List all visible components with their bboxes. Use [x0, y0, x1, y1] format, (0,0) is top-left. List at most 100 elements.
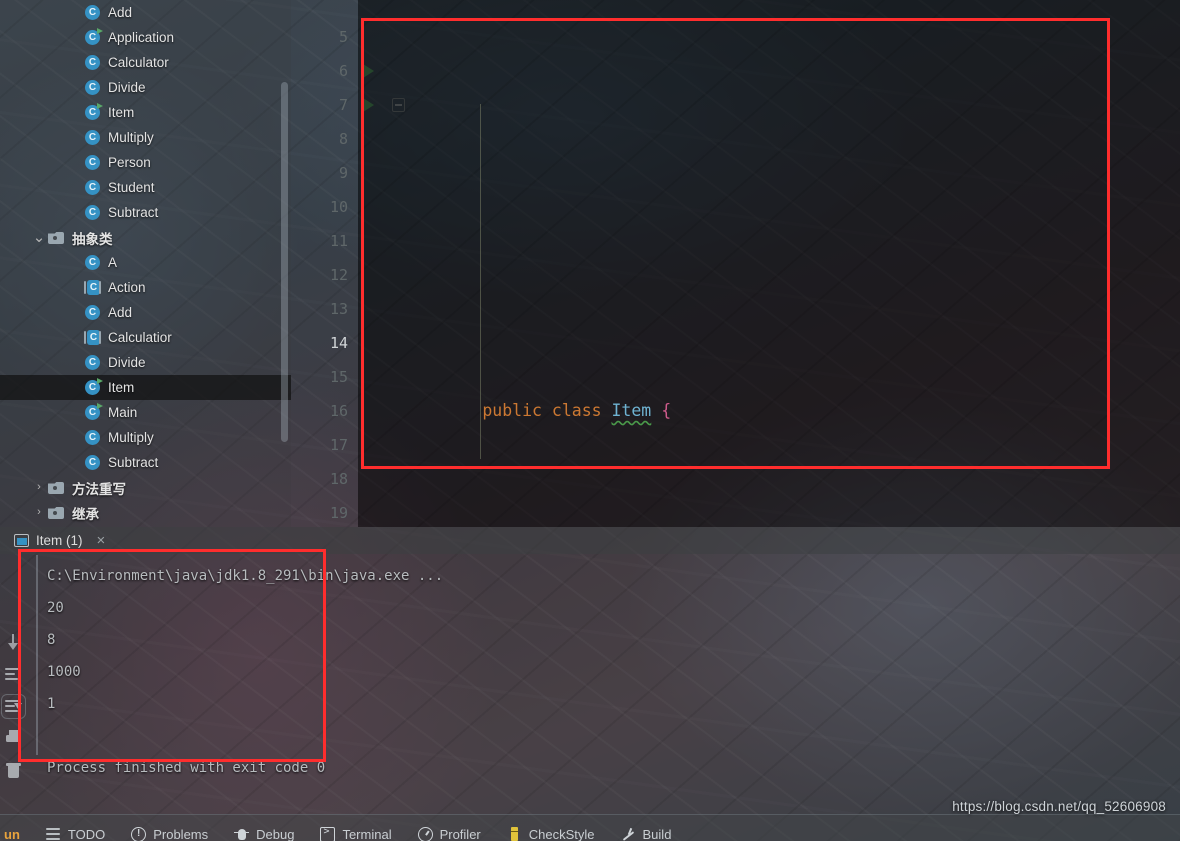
status-item-debug[interactable]: Debug [234, 821, 294, 841]
interface-icon [84, 329, 102, 346]
code-line-4[interactable]: import java.util.Scanner; [383, 102, 1180, 122]
tree-item-calculator[interactable]: Calculator [0, 50, 291, 75]
project-tree-panel[interactable]: Add Application Calculator Divide Item Multip… [0, 0, 291, 527]
print-icon[interactable] [5, 730, 22, 747]
status-item-profiler[interactable]: Profiler [417, 821, 481, 841]
class-icon [84, 254, 101, 271]
status-item-todo[interactable]: TODO [45, 821, 105, 841]
tree-item-subtract[interactable]: Subtract [0, 200, 291, 225]
status-item-checkstyle[interactable]: CheckStyle [507, 821, 595, 841]
gutter-row[interactable]: 6 [291, 54, 374, 88]
status-item-problems[interactable]: Problems [131, 821, 208, 841]
tree-item-a[interactable]: A [0, 250, 291, 275]
close-icon[interactable]: × [97, 533, 106, 548]
code-line-5-blank[interactable] [383, 224, 1180, 258]
line-number: 13 [329, 300, 348, 318]
gutter-row[interactable]: 15 [291, 360, 358, 394]
todo-icon [45, 827, 61, 841]
run-badge-icon [97, 103, 103, 109]
tree-item-label: Application [108, 30, 175, 45]
soft-wrap-icon[interactable] [5, 666, 22, 683]
gutter-row[interactable]: 12 [291, 258, 358, 292]
tree-item-add[interactable]: Add [0, 0, 291, 25]
status-item-build[interactable]: Build [621, 821, 672, 841]
line-number: 11 [329, 232, 348, 250]
tree-item-multiply[interactable]: Multiply [0, 425, 291, 450]
tree-item-person[interactable]: Person [0, 150, 291, 175]
tree-item-calculatior[interactable]: Calculatior [0, 325, 291, 350]
status-item-label: Debug [256, 826, 295, 841]
tree-item-application[interactable]: Application [0, 25, 291, 50]
gutter-row[interactable]: 11 [291, 224, 358, 258]
token-class: class [551, 401, 602, 420]
chevron-right-icon[interactable]: › [30, 482, 48, 493]
gutter-row[interactable]: 10 [291, 190, 358, 224]
scroll-down-icon[interactable] [5, 634, 22, 651]
tree-item-divide[interactable]: Divide [0, 350, 291, 375]
tree-item-label: Multiply [108, 130, 154, 145]
status-item-run[interactable]: un [4, 827, 20, 841]
status-bar-items[interactable]: TODO Problems Debug Terminal Profiler CheckSt… [45, 821, 672, 841]
code-text-surface[interactable]: import java.util.Scanner; public class I… [358, 0, 1180, 527]
code-line-7-main-signature[interactable]: public static void main(String[] args) { [383, 496, 1180, 527]
gutter-row[interactable]: 16 [291, 394, 358, 428]
status-item-terminal[interactable]: Terminal [320, 821, 392, 841]
tree-item-multiply[interactable]: Multiply [0, 125, 291, 150]
scroll-to-end-icon[interactable] [1, 694, 26, 719]
clear-all-icon[interactable] [5, 762, 22, 779]
status-item-label: Build [642, 826, 672, 841]
tree-item-label: Add [108, 5, 133, 20]
line-number: 16 [329, 402, 348, 420]
code-editor-area[interactable]: 5 6 7 8 9 10 11 12 13 14 15 16 17 18 19 import java.ut… [291, 0, 1180, 527]
tree-item-subtract[interactable]: Subtract [0, 450, 291, 475]
tree-item-方法重写[interactable]: › 方法重写 [0, 475, 291, 500]
checkstyle-icon [507, 826, 522, 841]
class-icon [84, 403, 103, 421]
console-output-text[interactable]: C:\Environment\java\jdk1.8_291\bin\java.… [27, 554, 1180, 814]
tree-item-divide[interactable]: Divide [0, 75, 291, 100]
code-line-6-class-decl[interactable]: public class Item { [383, 360, 1180, 420]
tree-item-main[interactable]: Main [0, 400, 291, 425]
gutter-row[interactable]: 19 [291, 496, 358, 527]
gutter-row[interactable]: 17 [291, 428, 358, 462]
gutter-row[interactable]: 8 [291, 122, 358, 156]
run-tab-item[interactable]: Item (1) × [14, 533, 105, 548]
tree-item-action[interactable]: Action [0, 275, 291, 300]
line-number: 7 [338, 96, 348, 114]
gutter-row[interactable] [291, 0, 358, 20]
status-item-label: Terminal [342, 826, 392, 841]
line-number: 15 [329, 368, 348, 386]
tree-item-label: Calculatior [108, 330, 172, 345]
tree-item-student[interactable]: Student [0, 175, 291, 200]
run-tab-bar[interactable]: Item (1) × [0, 527, 1180, 554]
code-lines[interactable]: import java.util.Scanner; public class I… [383, 0, 1180, 527]
bottom-status-bar[interactable]: un TODO Problems Debug Terminal Profiler Chec… [0, 814, 1180, 841]
tree-item-继承[interactable]: › 继承 [0, 500, 291, 525]
watermark-url: https://blog.csdn.net/qq_52606908 [952, 799, 1166, 814]
gutter-row[interactable]: 9 [291, 156, 358, 190]
tree-item-label: Subtract [108, 455, 159, 470]
tree-item-item[interactable]: Item [0, 100, 291, 125]
folder-icon [48, 229, 65, 246]
gutter-row[interactable]: 13 [291, 292, 358, 326]
gutter-row[interactable]: 7 [291, 88, 405, 122]
line-number: 19 [329, 504, 348, 522]
tree-item-add[interactable]: Add [0, 300, 291, 325]
chevron-down-icon[interactable]: ⌄ [30, 230, 48, 245]
tree-item-label: Student [108, 180, 155, 195]
tree-item-抽象类[interactable]: ⌄ 抽象类 [0, 225, 291, 250]
gutter-row[interactable]: 14 [291, 326, 358, 360]
tree-item-item[interactable]: Item [0, 375, 291, 400]
class-icon [84, 304, 101, 321]
project-tree-scrollbar[interactable] [281, 82, 288, 442]
editor-gutter[interactable]: 5 6 7 8 9 10 11 12 13 14 15 16 17 18 19 [291, 0, 405, 527]
editor-scrollbar[interactable] [1169, 0, 1179, 527]
gutter-row[interactable]: 18 [291, 462, 358, 496]
gutter-row[interactable]: 5 [291, 20, 358, 54]
chevron-right-icon[interactable]: › [30, 507, 48, 518]
console-toolbar[interactable] [0, 554, 27, 814]
line-number: 8 [338, 130, 348, 148]
run-console-panel[interactable]: Item (1) × C:\Environment\java\jdk1.8_29… [0, 527, 1180, 814]
project-tree-list[interactable]: Add Application Calculator Divide Item Multip… [0, 0, 291, 525]
